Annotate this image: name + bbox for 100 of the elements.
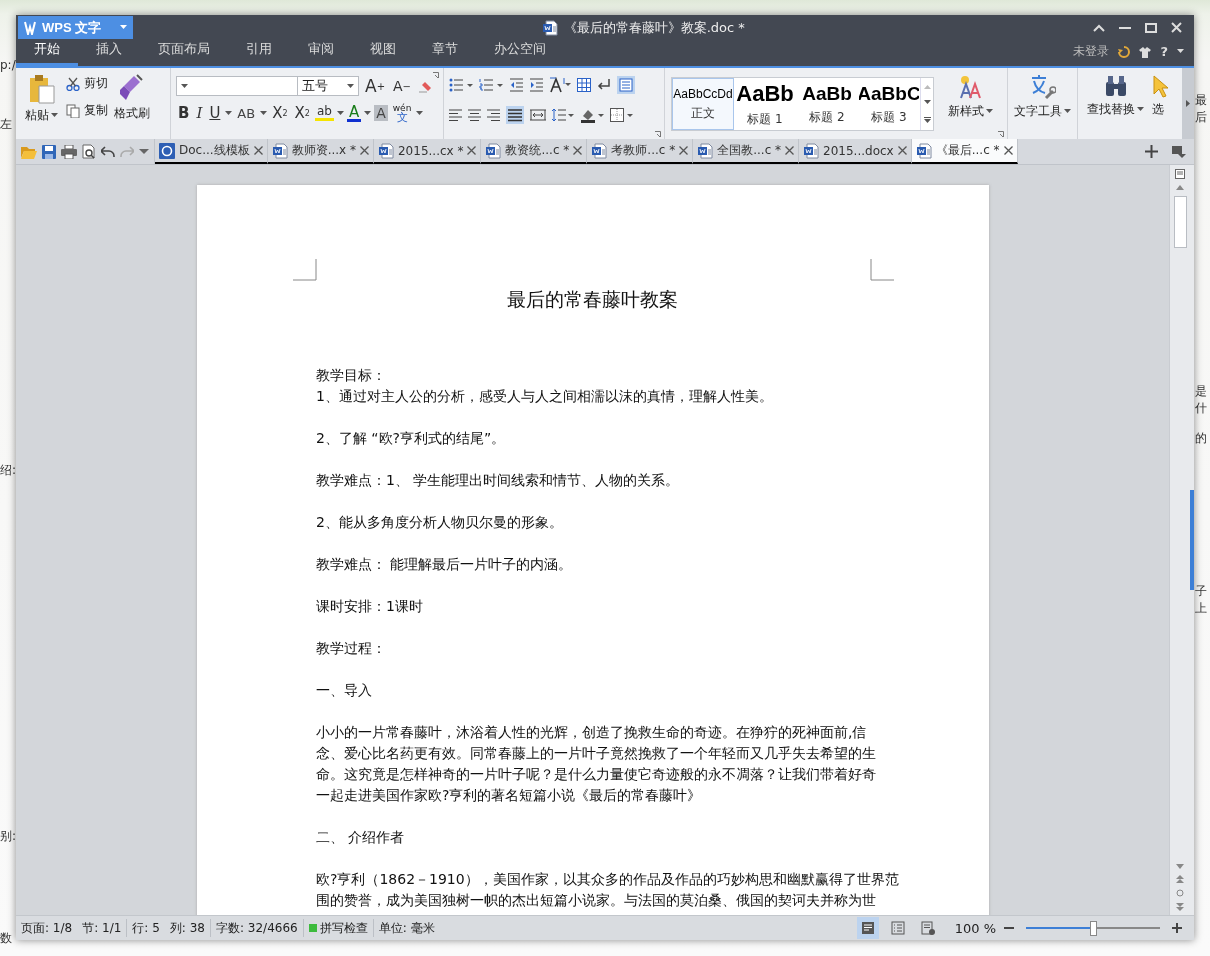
close-tab-icon[interactable] xyxy=(1003,146,1013,155)
dialog-launcher-icon[interactable] xyxy=(998,131,1004,137)
slider-thumb[interactable] xyxy=(1090,920,1097,936)
increase-indent-icon[interactable] xyxy=(529,78,543,92)
line-spacing-icon[interactable] xyxy=(552,108,574,122)
page-nav-icon[interactable] xyxy=(1175,169,1185,179)
style-option[interactable]: AaBb 标题 1 xyxy=(734,78,796,130)
maximize-icon[interactable] xyxy=(1145,22,1157,33)
caret-icon[interactable] xyxy=(1064,109,1071,114)
menu-tab[interactable]: 引用 xyxy=(228,40,290,66)
close-tab-icon[interactable] xyxy=(573,146,583,155)
word-document-icon[interactable] xyxy=(271,142,288,159)
caret-icon[interactable] xyxy=(51,113,58,118)
distributed-icon[interactable] xyxy=(530,109,546,121)
document-tab[interactable]: 《最后...c * xyxy=(911,139,1018,164)
scroll-thumb[interactable] xyxy=(1173,196,1187,248)
select-button[interactable]: 选 xyxy=(1148,72,1172,139)
decrease-indent-icon[interactable] xyxy=(509,78,523,92)
font-color-button[interactable]: A xyxy=(346,104,362,122)
font-size-field[interactable]: 五号 xyxy=(297,76,359,96)
close-tab-icon[interactable] xyxy=(253,146,263,155)
word-document-icon[interactable] xyxy=(591,142,608,159)
caret-icon[interactable] xyxy=(1137,107,1144,112)
scroll-right-icon[interactable] xyxy=(1185,100,1191,107)
select-browse-object-icon[interactable] xyxy=(1176,889,1184,897)
numbering-icon[interactable] xyxy=(479,78,503,92)
caret-icon[interactable] xyxy=(347,83,354,89)
italic-button[interactable]: I xyxy=(194,104,205,122)
align-left-icon[interactable] xyxy=(449,109,462,121)
close-tab-icon[interactable] xyxy=(897,146,907,155)
menu-tab[interactable]: 审阅 xyxy=(290,40,352,66)
underline-button[interactable]: U xyxy=(207,104,223,122)
caret-icon[interactable] xyxy=(364,110,372,116)
highlight-button[interactable]: ab xyxy=(314,105,334,121)
side-panel-handle[interactable] xyxy=(1190,490,1194,590)
find-replace-button[interactable]: 查找替换 xyxy=(1083,72,1148,139)
previous-page-icon[interactable] xyxy=(1176,875,1184,883)
word-document-icon[interactable] xyxy=(803,142,820,159)
align-right-icon[interactable] xyxy=(487,109,500,121)
justify-icon[interactable] xyxy=(506,106,524,124)
borders-icon[interactable] xyxy=(610,108,634,122)
print-icon[interactable] xyxy=(61,144,77,159)
collapse-ribbon-icon[interactable] xyxy=(1093,23,1105,32)
bold-button[interactable]: B xyxy=(176,104,192,122)
caret-icon[interactable] xyxy=(225,110,233,116)
format-painter-button[interactable]: 格式刷 xyxy=(110,72,154,139)
phonetic-guide-button[interactable]: wén 文 xyxy=(390,104,414,122)
caret-icon[interactable] xyxy=(336,110,344,116)
undo-icon[interactable] xyxy=(101,145,115,158)
caret-icon[interactable] xyxy=(120,25,128,30)
spell-check-button[interactable]: 拼写检查 xyxy=(319,919,368,937)
new-style-button[interactable]: 新样式 xyxy=(944,72,997,139)
template-icon[interactable] xyxy=(159,142,175,159)
word-document-icon[interactable] xyxy=(541,19,558,36)
caret-icon[interactable] xyxy=(260,110,268,116)
scroll-down-icon[interactable] xyxy=(923,100,931,106)
close-icon[interactable] xyxy=(1171,22,1182,33)
close-tab-icon[interactable] xyxy=(467,146,477,155)
cut-button[interactable]: 剪切 xyxy=(64,72,110,95)
caret-icon[interactable] xyxy=(416,110,424,116)
show-markup-icon[interactable] xyxy=(617,76,635,94)
print-preview-icon[interactable] xyxy=(82,144,96,159)
new-tab-icon[interactable] xyxy=(1145,145,1158,158)
copy-button[interactable]: 复制 xyxy=(64,99,110,122)
dialog-launcher-icon[interactable] xyxy=(655,131,661,137)
more-styles-icon[interactable] xyxy=(923,117,931,125)
help-button[interactable]: ? xyxy=(1160,44,1168,59)
align-center-icon[interactable] xyxy=(468,109,481,121)
zoom-in-icon[interactable] xyxy=(1172,923,1182,933)
tab-list-icon[interactable] xyxy=(1172,145,1186,158)
shading-icon[interactable] xyxy=(580,107,604,123)
sync-icon[interactable] xyxy=(1118,45,1131,58)
character-shading-button[interactable]: A xyxy=(374,105,388,121)
menu-tab[interactable]: 插入 xyxy=(78,40,140,66)
line-break-icon[interactable] xyxy=(597,78,611,92)
close-tab-icon[interactable] xyxy=(360,146,369,155)
shirt-icon[interactable] xyxy=(1139,45,1152,58)
save-icon[interactable] xyxy=(42,144,56,159)
font-name-field[interactable] xyxy=(176,76,298,96)
customize-dropdown-icon[interactable] xyxy=(139,148,149,155)
vertical-scrollbar[interactable] xyxy=(1169,165,1190,915)
close-tab-icon[interactable] xyxy=(785,146,795,155)
style-option[interactable]: AaBb 标题 2 xyxy=(796,78,858,130)
strikethrough-button[interactable]: AB xyxy=(235,105,258,121)
caret-icon[interactable] xyxy=(181,83,188,89)
text-tools-button[interactable]: 文字工具 xyxy=(1010,72,1075,139)
style-option[interactable]: AaBbCcDd 正文 xyxy=(672,78,734,130)
bullets-icon[interactable] xyxy=(449,78,473,92)
word-document-icon[interactable] xyxy=(915,142,932,159)
text-direction-icon[interactable] xyxy=(549,77,571,93)
next-page-icon[interactable] xyxy=(1176,903,1184,911)
login-link[interactable]: 未登录 xyxy=(1073,43,1110,60)
menu-tab[interactable]: 章节 xyxy=(414,40,476,66)
menu-tab[interactable]: 视图 xyxy=(352,40,414,66)
menu-tab[interactable]: 办公空间 xyxy=(476,40,564,66)
word-document-icon[interactable] xyxy=(485,142,502,159)
word-document-icon[interactable] xyxy=(697,142,714,159)
caret-icon[interactable] xyxy=(1177,49,1184,54)
table-icon[interactable] xyxy=(577,78,591,92)
scroll-up-icon[interactable] xyxy=(1176,185,1184,190)
